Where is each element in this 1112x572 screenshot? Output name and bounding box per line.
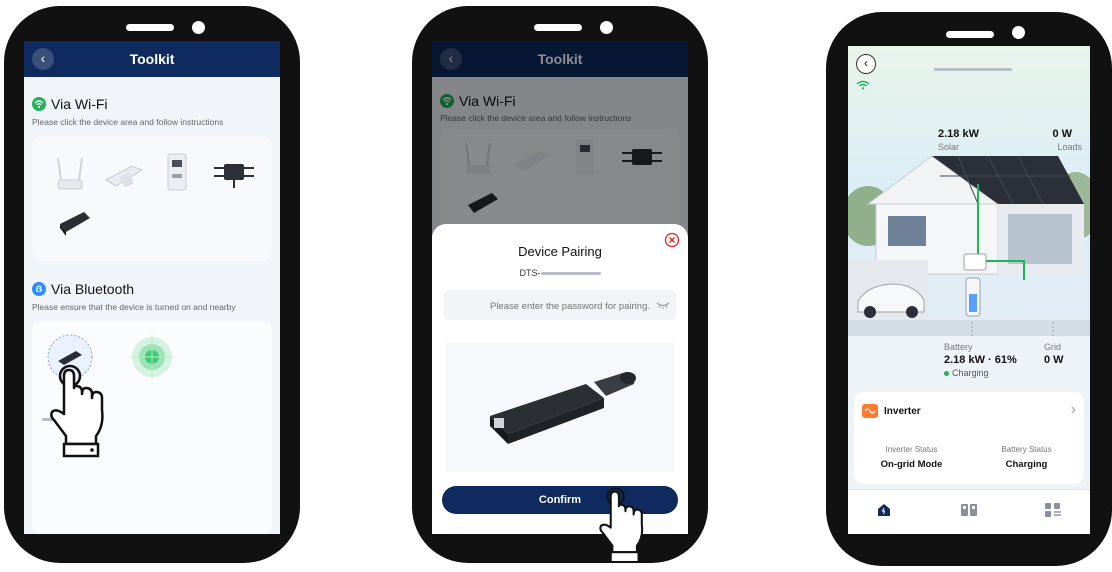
speaker-bar	[126, 24, 174, 31]
dialog-title: Device Pairing	[518, 244, 602, 259]
phone-frame-2: ‹ Toolkit Via Wi-Fi Please click the dev…	[412, 6, 708, 564]
wifi-icon	[856, 80, 870, 90]
bluetooth-icon: ẞ	[32, 282, 46, 296]
house-illustration	[848, 46, 1090, 336]
battery-status-label: Battery Status	[1001, 445, 1052, 454]
inverter-icon	[862, 404, 878, 418]
phone-frame-1: ‹ Toolkit Via Wi-Fi Please click the dev…	[4, 6, 300, 563]
bt-subtitle: Please ensure that the device is turned …	[32, 302, 236, 312]
camera-dot	[600, 21, 613, 34]
inverter-status-label: Inverter Status	[885, 445, 938, 454]
router-icon[interactable]	[50, 154, 90, 194]
toolkit-screen: ‹ Toolkit Via Wi-Fi Please click the dev…	[24, 41, 280, 534]
dashboard-screen: ‹ 2.18 kW Solar 0 W Loads Battery 2.18 k…	[848, 46, 1090, 534]
battery-status: Charging	[944, 368, 989, 378]
bottom-nav	[848, 489, 1090, 534]
wifi-subtitle: Please click the device area and follow …	[32, 117, 224, 127]
device-photo-frame	[446, 342, 674, 472]
phone-frame-3: ‹ 2.18 kW Solar 0 W Loads Battery 2.18 k…	[826, 12, 1112, 566]
radar-icon	[130, 335, 174, 379]
wifi-device-card[interactable]	[32, 136, 272, 261]
password-field[interactable]	[444, 290, 676, 320]
inverter-status-value: On-grid Mode	[880, 459, 943, 470]
inverter-title: Inverter	[884, 406, 921, 417]
battery-value: 2.18 kW · 61%	[944, 354, 1017, 366]
charging-dot	[944, 371, 949, 377]
wifi-title: Via Wi-Fi	[51, 96, 108, 112]
header-title: Toolkit	[129, 51, 175, 67]
password-input[interactable]	[448, 294, 652, 318]
loads-value: 0 W	[1052, 128, 1072, 140]
meter-icon[interactable]	[162, 150, 192, 194]
plant-name-redacted	[934, 61, 1012, 79]
device-id: DTS-	[432, 268, 688, 278]
wifi-stick-icon[interactable]	[102, 158, 146, 190]
chevron-right-icon[interactable]: ›	[1071, 401, 1076, 419]
tap-hand-icon	[599, 487, 644, 564]
loads-label: Loads	[1057, 142, 1082, 152]
bt-title: Via Bluetooth	[51, 281, 135, 297]
wifi-section-title: Via Wi-Fi	[32, 96, 108, 112]
speaker-bar	[534, 24, 582, 31]
menu-icon[interactable]	[1044, 502, 1062, 521]
dongle-icon[interactable]	[54, 206, 94, 238]
device-id-prefix: DTS-	[519, 268, 541, 278]
microinverter-icon[interactable]	[212, 154, 256, 190]
inverter-card[interactable]: Inverter › Inverter Status On-grid Mode …	[854, 392, 1084, 484]
dongle-photo	[490, 372, 636, 444]
camera-dot	[1012, 26, 1025, 39]
grid-label: Grid	[1044, 342, 1062, 352]
battery-label: Battery	[944, 342, 973, 352]
grid-value: 0 W	[1044, 354, 1064, 366]
solar-value: 2.18 kW	[938, 128, 979, 140]
pairing-screen: ‹ Toolkit Via Wi-Fi Please click the dev…	[432, 41, 688, 534]
eye-hidden-icon[interactable]	[656, 299, 670, 311]
battery-status-value: Charging	[1005, 459, 1048, 470]
home-icon[interactable]	[876, 502, 892, 521]
speaker-bar	[946, 31, 994, 38]
solar-label: Solar	[938, 142, 960, 152]
battery-status-text: Charging	[952, 368, 989, 378]
devices-icon[interactable]	[960, 502, 978, 521]
tap-hand-icon	[50, 364, 104, 458]
wifi-icon	[32, 97, 46, 111]
toolkit-header: ‹ Toolkit	[24, 41, 280, 77]
camera-dot	[192, 21, 205, 34]
device-id-redacted	[540, 272, 601, 276]
bluetooth-section-title: ẞ Via Bluetooth	[32, 281, 134, 297]
back-icon[interactable]: ‹	[856, 54, 876, 74]
